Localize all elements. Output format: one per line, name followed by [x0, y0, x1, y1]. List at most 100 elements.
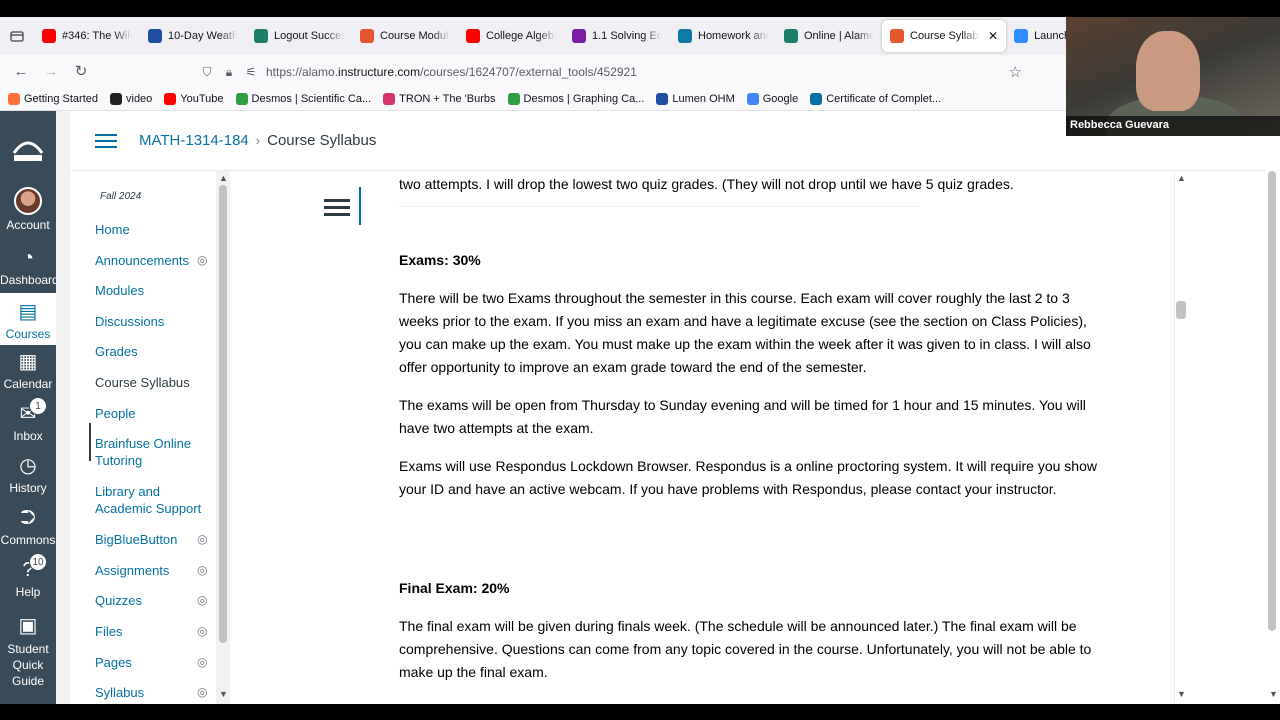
history-nav[interactable]: ◷ History [0, 455, 56, 501]
course-nav-item[interactable]: Home [95, 221, 215, 238]
course-nav-scroll-thumb[interactable] [219, 185, 227, 643]
url-bar[interactable]: ⛉ 🔒︎ ⚟ https://alamo.instructure.com/cou… [196, 58, 1032, 86]
help-label: Help [15, 585, 41, 599]
browser-tab[interactable]: Course Syllabus ✕ [882, 20, 1007, 52]
browser-tab[interactable]: Course Modules [352, 17, 458, 55]
forward-icon[interactable]: → [36, 63, 66, 80]
exams-paragraph-1: There will be two Exams throughout the s… [399, 290, 1091, 375]
bookmark-favicon-icon [507, 92, 520, 105]
account-nav[interactable]: Account [0, 187, 56, 237]
exams-paragraph-2: The exams will be open from Thursday to … [399, 397, 1086, 436]
shield-icon[interactable]: ⛉ [196, 65, 218, 80]
bookmark-favicon-icon [746, 92, 759, 105]
back-icon[interactable]: ← [6, 63, 36, 80]
browser-tab[interactable]: College Algebra [458, 17, 564, 55]
hidden-eye-icon: ◎ [197, 253, 208, 267]
student-guide-nav[interactable]: ▣ Student Quick Guide [0, 615, 56, 695]
tab-favicon-icon [572, 29, 586, 43]
bookmark-favicon-icon [110, 92, 122, 105]
bookmark-item[interactable]: Desmos | Scientific Ca... [235, 92, 371, 105]
help-nav[interactable]: ? 10 Help [0, 553, 56, 605]
content-scrollbar[interactable] [1174, 171, 1188, 704]
bookmark-item[interactable]: Getting Started [8, 92, 98, 105]
exams-heading: Exams: 30% [399, 252, 481, 268]
course-nav-item[interactable]: People [95, 405, 215, 422]
courses-label: Courses [5, 327, 51, 341]
commons-nav[interactable]: ⮊ Commons [0, 507, 56, 553]
tab-favicon-icon [42, 29, 56, 43]
bookmark-item[interactable]: TRON + The 'Burbs [383, 92, 496, 105]
global-nav-scrollbar[interactable] [56, 111, 70, 704]
browser-tab[interactable]: Logout Success [246, 17, 352, 55]
tab-title: Homework and [698, 30, 768, 42]
course-nav-item[interactable]: Discussions [95, 313, 215, 330]
url-text: https://alamo.instructure.com/courses/16… [266, 65, 637, 79]
content-scroll-down-icon[interactable]: ▼ [1177, 689, 1186, 699]
bookmark-item[interactable]: Lumen OHM [656, 92, 735, 105]
hidden-eye-icon: ◎ [197, 593, 208, 607]
bookmark-item[interactable]: YouTube [164, 92, 224, 105]
bookmark-item[interactable]: Desmos | Graphing Ca... [507, 92, 645, 105]
commons-label: Commons [0, 533, 56, 547]
help-icon: ? [22, 559, 34, 581]
course-nav-item[interactable]: Course Syllabus [95, 374, 215, 391]
bookmark-label: video [126, 92, 153, 105]
bookmark-label: Google [762, 92, 799, 105]
syllabus-content: two attempts. I will drop the lowest two… [230, 171, 1186, 704]
breadcrumb-page: Course Syllabus [267, 132, 377, 149]
tab-title: College Algebra [486, 30, 556, 42]
browser-tab[interactable]: #346: The Wild [34, 17, 140, 55]
navigation-toolbar: ← → ↻ ⛉ 🔒︎ ⚟ https://alamo.instructure.c… [0, 55, 1066, 87]
lock-icon[interactable]: 🔒︎ [218, 65, 240, 80]
browser-tab[interactable]: 10-Day Weather [140, 17, 246, 55]
page-scroll-down-icon[interactable]: ▼ [1269, 689, 1278, 699]
tool-menu-icon[interactable] [324, 195, 350, 220]
bookmark-item[interactable]: Certificate of Complet... [810, 92, 941, 105]
term-label: Fall 2024 [100, 191, 142, 202]
tab-title: Online | Alamo [804, 30, 874, 42]
scroll-up-icon[interactable]: ▲ [219, 173, 228, 183]
inbox-nav[interactable]: ✉ 1 Inbox [0, 397, 56, 449]
page-scroll-thumb[interactable] [1268, 171, 1276, 631]
breadcrumb-chevron-icon: › [255, 133, 261, 148]
browser-tab[interactable]: Online | Alamo [776, 17, 882, 55]
tab-favicon-icon [678, 29, 692, 43]
breadcrumb-course[interactable]: MATH-1314-184 [139, 132, 249, 149]
bookmark-star-icon[interactable]: ☆ [1009, 63, 1022, 81]
bookmark-item[interactable]: video [110, 92, 153, 105]
hidden-eye-icon: ◎ [197, 685, 208, 699]
browser-tab[interactable]: 1.1 Solving Equ [564, 17, 670, 55]
bookmarks-bar: Getting Started video YouTube Desmos | Scie… [0, 87, 1066, 111]
reload-icon[interactable]: ↻ [66, 62, 96, 80]
course-nav-item[interactable]: Modules [95, 282, 215, 299]
course-nav-item[interactable]: Brainfuse Online Tutoring [95, 435, 215, 469]
hidden-eye-icon: ◎ [197, 655, 208, 669]
tab-title: Course Modules [380, 30, 450, 42]
close-tab-icon[interactable]: ✕ [988, 29, 998, 43]
exams-paragraph-3: Exams will use Respondus Lockdown Browse… [399, 458, 1097, 497]
commons-icon: ⮊ [20, 507, 36, 529]
content-scroll-thumb[interactable] [1176, 301, 1186, 319]
course-nav-item[interactable]: Library and Academic Support [95, 483, 215, 517]
inbox-icon: ✉ [19, 403, 37, 425]
tab-list-icon[interactable] [0, 17, 34, 55]
course-menu-toggle-icon[interactable] [95, 130, 117, 152]
permissions-icon[interactable]: ⚟ [240, 65, 262, 79]
course-nav-item[interactable]: Grades [95, 343, 215, 360]
content-scroll-up-icon[interactable]: ▲ [1177, 173, 1186, 183]
browser-tab[interactable]: Homework and [670, 17, 776, 55]
calendar-nav[interactable]: ▦ Calendar [0, 351, 56, 397]
scroll-down-icon[interactable]: ▼ [219, 689, 228, 699]
bookmark-label: Lumen OHM [672, 92, 735, 105]
courses-nav[interactable]: ▤ Courses [0, 293, 56, 345]
hidden-eye-icon: ◎ [197, 624, 208, 638]
tab-favicon-icon [1014, 29, 1029, 43]
bookmark-favicon-icon [383, 92, 396, 105]
canvas-logo-icon[interactable] [11, 131, 45, 163]
tab-title: Logout Success [274, 30, 344, 42]
history-label: History [9, 481, 47, 495]
bookmark-label: Desmos | Graphing Ca... [523, 92, 645, 105]
bookmark-item[interactable]: Google [746, 92, 799, 105]
global-navigation: Account ◔ Dashboard ▤ Courses ▦ Calendar… [0, 111, 59, 704]
dashboard-nav[interactable]: ◔ Dashboard [0, 247, 59, 293]
